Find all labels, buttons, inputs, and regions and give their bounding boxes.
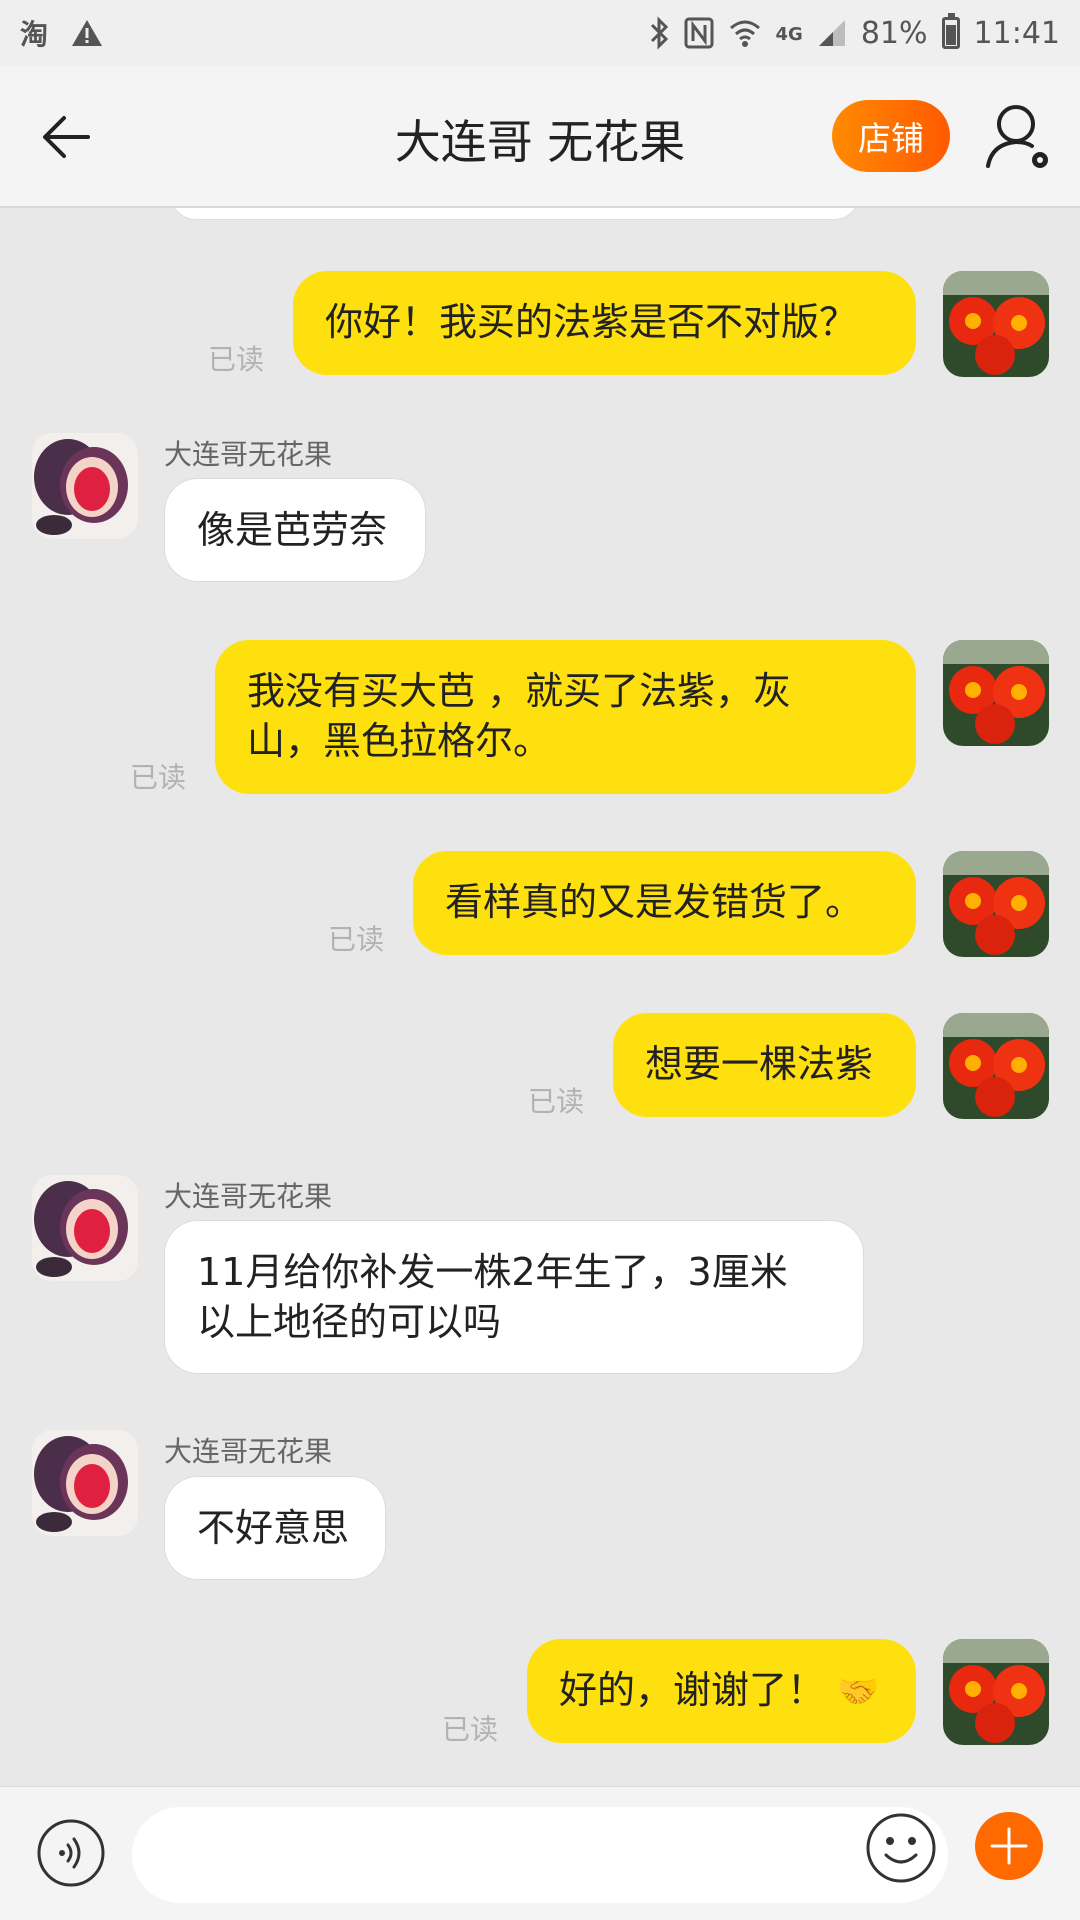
- contact-avatar[interactable]: [32, 1430, 138, 1536]
- voice-button[interactable]: [36, 1818, 106, 1888]
- read-status: 已读: [528, 1085, 585, 1118]
- bluetooth-icon: [650, 16, 668, 50]
- flower-avatar-image: [943, 1013, 1049, 1119]
- read-status: 已读: [328, 923, 385, 956]
- wifi-icon: [729, 20, 760, 47]
- my-avatar[interactable]: [943, 851, 1049, 957]
- emoji-button[interactable]: [864, 1811, 938, 1885]
- input-bar: [0, 1786, 1080, 1920]
- title-bar: 大连哥 无花果 店铺: [0, 66, 1080, 208]
- message-outgoing: 已读 你好！我买的法紫是否不对版？: [0, 208, 1080, 377]
- sender-name: 大连哥无花果: [164, 1435, 333, 1468]
- signal-icon: [818, 20, 845, 46]
- warning-icon: [72, 20, 103, 46]
- back-arrow-icon: [43, 116, 90, 158]
- message-bubble[interactable]: 像是芭劳奈: [164, 478, 426, 582]
- message-bubble[interactable]: 我没有买大芭 ，就买了法紫，灰 山，黑色拉格尔。: [215, 640, 916, 794]
- user-settings-icon: [986, 105, 1048, 168]
- battery-percent: 81%: [860, 15, 928, 51]
- sender-name: 大连哥无花果: [164, 438, 333, 471]
- my-avatar[interactable]: [943, 1013, 1049, 1119]
- message-bubble[interactable]: 想要一棵法紫: [613, 1013, 916, 1117]
- taobao-icon: 淘: [20, 18, 49, 51]
- message-line: 以上地径的可以吗: [197, 1300, 502, 1344]
- fig-avatar-image: [32, 433, 138, 539]
- contact-avatar[interactable]: [32, 433, 138, 539]
- user-settings-button[interactable]: [980, 98, 1060, 178]
- flower-avatar-image: [943, 271, 1049, 377]
- read-status: 已读: [130, 761, 187, 794]
- flower-avatar-image: [943, 851, 1049, 957]
- status-bar: 淘 4G 81% 11:41: [0, 0, 1080, 66]
- fig-avatar-image: [32, 1175, 138, 1281]
- contact-avatar[interactable]: [32, 1175, 138, 1281]
- message-line: 山，黑色拉格尔。: [247, 719, 552, 763]
- fig-avatar-image: [32, 1430, 138, 1536]
- message-bubble[interactable]: 好的，谢谢了！ 🤝: [527, 1639, 916, 1743]
- battery-icon: [941, 13, 960, 49]
- message-bubble[interactable]: 看样真的又是发错货了。: [413, 851, 916, 955]
- flower-avatar-image: [943, 1639, 1049, 1745]
- voice-icon: [37, 1819, 105, 1887]
- my-avatar[interactable]: [943, 640, 1049, 746]
- emoji-icon: [866, 1813, 936, 1883]
- message-text: 好的，谢谢了！: [559, 1668, 826, 1712]
- my-avatar[interactable]: [943, 271, 1049, 377]
- plus-button[interactable]: [974, 1811, 1044, 1881]
- chat-area[interactable]: 已读 你好！我买的法紫是否不对版？ 大连哥无花果 像是芭劳奈 已读 我没有买大芭…: [0, 208, 1080, 1786]
- flower-avatar-image: [943, 640, 1049, 746]
- handshake-icon: 🤝: [837, 1672, 880, 1712]
- network-type: 4G: [775, 23, 803, 45]
- read-status: 已读: [208, 343, 265, 376]
- message-bubble[interactable]: 11月给你补发一株2年生了，3厘米 以上地径的可以吗: [164, 1220, 864, 1374]
- message-line: 11月给你补发一株2年生了，3厘米: [197, 1250, 788, 1294]
- clock: 11:41: [973, 15, 1060, 51]
- message-bubble[interactable]: 不好意思: [164, 1476, 386, 1580]
- shop-button[interactable]: 店铺: [832, 100, 950, 172]
- message-bubble[interactable]: 你好！我买的法紫是否不对版？: [293, 271, 916, 375]
- back-button[interactable]: [30, 96, 110, 176]
- message-line: 我没有买大芭 ，就买了法紫，灰: [247, 669, 792, 713]
- sender-name: 大连哥无花果: [164, 1180, 333, 1213]
- nfc-icon: [684, 17, 714, 49]
- my-avatar[interactable]: [943, 1639, 1049, 1745]
- plus-icon: [975, 1812, 1043, 1880]
- message-input[interactable]: [132, 1807, 948, 1903]
- read-status: 已读: [442, 1713, 499, 1746]
